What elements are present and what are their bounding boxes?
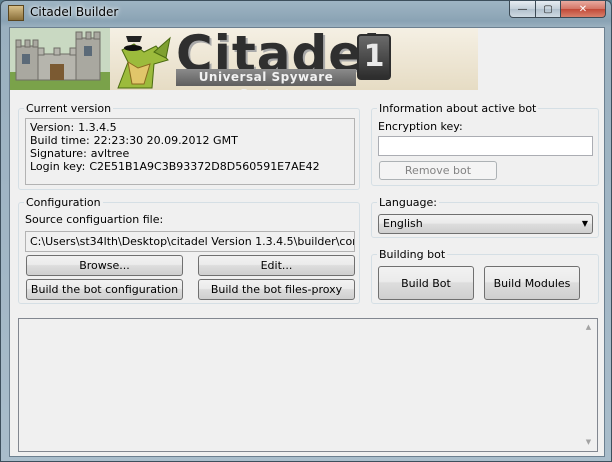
language-selected: English <box>383 217 423 230</box>
encryption-key-label: Encryption key: <box>378 120 463 133</box>
title-bar[interactable]: Citadel Builder — ▢ ✕ <box>1 1 611 25</box>
signature-value: avltree <box>90 147 130 160</box>
scroll-down-icon[interactable]: ▼ <box>580 434 597 451</box>
maximize-button[interactable]: ▢ <box>535 1 561 18</box>
language-group: Language: English ▼ <box>371 196 599 238</box>
dragon-image <box>117 36 171 89</box>
signature-label: Signature: <box>30 147 87 160</box>
log-output[interactable]: ▲ ▼ <box>18 318 598 452</box>
log-scrollbar[interactable]: ▲ ▼ <box>580 319 597 451</box>
app-window: Citadel Builder — ▢ ✕ Citadel 1 Universa… <box>0 0 612 462</box>
version-row: Version: 1.3.4.5 <box>30 121 350 134</box>
logo-version-badge: 1 <box>357 34 391 80</box>
configuration-group: Configuration Source configuartion file:… <box>18 196 360 304</box>
language-legend: Language: <box>377 196 439 209</box>
login-key-value: C2E51B1A9C3B93372D8D560591E7AE42 <box>89 160 320 173</box>
signature-row: Signature: avltree <box>30 147 350 160</box>
window-title: Citadel Builder <box>30 5 119 19</box>
building-bot-group: Building bot Build Bot Build Modules <box>371 248 599 304</box>
chevron-down-icon: ▼ <box>581 219 588 228</box>
maximize-icon: ▢ <box>543 3 553 15</box>
build-time-row: Build time: 22:23:30 20.09.2012 GMT <box>30 134 350 147</box>
source-config-path: C:\Users\st34lth\Desktop\citadel Version… <box>25 231 355 252</box>
close-icon: ✕ <box>578 3 588 15</box>
remove-bot-button[interactable]: Remove bot <box>379 161 497 180</box>
version-value: 1.3.4.5 <box>78 121 117 134</box>
edit-button[interactable]: Edit... <box>198 255 355 276</box>
build-proxy-button[interactable]: Build the bot files-proxy <box>198 279 355 300</box>
login-key-label: Login key: <box>30 160 86 173</box>
minimize-button[interactable]: — <box>509 1 536 18</box>
version-info-box: Version: 1.3.4.5 Build time: 22:23:30 20.0… <box>25 118 355 185</box>
build-bot-button[interactable]: Build Bot <box>378 266 474 300</box>
castle-image <box>10 28 110 90</box>
scroll-up-icon[interactable]: ▲ <box>580 319 597 336</box>
encryption-key-input[interactable] <box>378 136 593 156</box>
building-bot-legend: Building bot <box>377 248 448 261</box>
build-time-label: Build time: <box>30 134 90 147</box>
language-select[interactable]: English ▼ <box>378 214 593 234</box>
browse-button[interactable]: Browse... <box>26 255 183 276</box>
close-button[interactable]: ✕ <box>560 1 606 18</box>
build-modules-button[interactable]: Build Modules <box>484 266 580 300</box>
build-time-value: 22:23:30 20.09.2012 GMT <box>93 134 238 147</box>
minimize-icon: — <box>517 3 528 15</box>
version-label: Version: <box>30 121 75 134</box>
login-key-row: Login key: C2E51B1A9C3B93372D8D560591E7AE… <box>30 160 350 173</box>
logo-subtitle: Universal Spyware System <box>176 69 356 90</box>
source-config-label: Source configuartion file: <box>25 213 164 226</box>
citadel-banner: Citadel 1 Universal Spyware System <box>10 28 478 90</box>
active-bot-legend: Information about active bot <box>377 102 539 115</box>
configuration-legend: Configuration <box>24 196 103 209</box>
active-bot-group: Information about active bot Encryption … <box>371 102 599 186</box>
app-icon <box>8 5 24 21</box>
current-version-legend: Current version <box>24 102 114 115</box>
current-version-group: Current version Version: 1.3.4.5 Build ti… <box>18 102 360 190</box>
build-config-button[interactable]: Build the bot configuration <box>26 279 183 300</box>
client-area: Citadel 1 Universal Spyware System Curre… <box>9 27 605 457</box>
